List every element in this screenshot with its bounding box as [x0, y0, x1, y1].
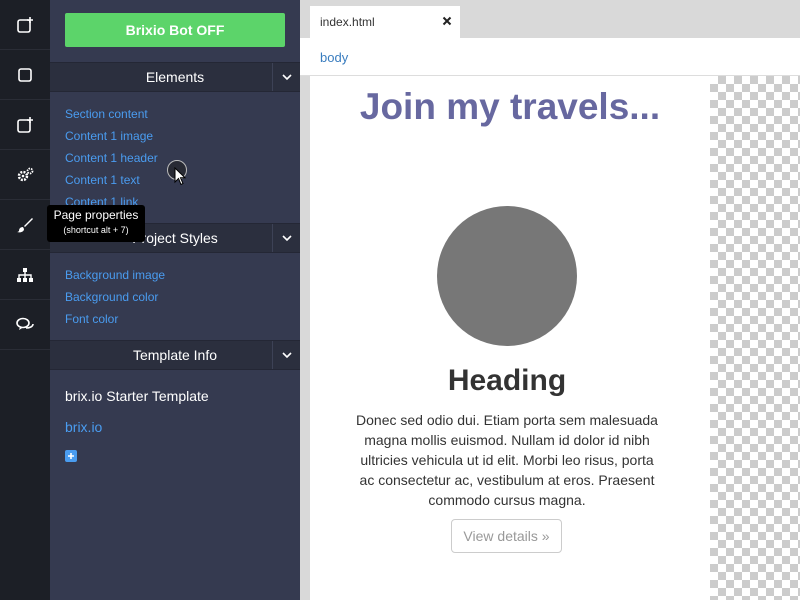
template-name: brix.io Starter Template [65, 388, 209, 404]
rail-settings-button[interactable] [0, 150, 50, 200]
element-link-content-1-header[interactable]: Content 1 header [65, 151, 158, 165]
rail-page-properties-button[interactable] [0, 200, 50, 250]
editor-area: index.html body Join my travels... Headi… [300, 0, 800, 600]
tooltip-title: Page properties [53, 208, 139, 222]
style-link-font-color[interactable]: Font color [65, 312, 118, 326]
template-info-section-header[interactable]: Template Info [50, 340, 300, 370]
content-text[interactable]: Donec sed odio dui. Etiam porta sem male… [352, 410, 662, 510]
page-title[interactable]: Join my travels... [310, 86, 710, 128]
icon-rail [0, 0, 50, 600]
elements-section-header[interactable]: Elements [50, 62, 300, 92]
content-image-placeholder[interactable] [437, 206, 577, 346]
style-link-background-color[interactable]: Background color [65, 290, 158, 304]
style-link-background-image[interactable]: Background image [65, 268, 165, 282]
tooltip-shortcut: (shortcut alt + 7) [63, 225, 129, 235]
page-canvas: Join my travels... Heading Donec sed odi… [310, 76, 800, 600]
rail-new-page-button[interactable] [0, 0, 50, 50]
template-add-button[interactable] [65, 450, 77, 462]
template-info-section-title: Template Info [132, 347, 218, 363]
brush-icon [17, 217, 33, 232]
plus-icon [68, 453, 74, 459]
tab-label: index.html [320, 15, 375, 29]
rail-chat-button[interactable] [0, 300, 50, 350]
new-page-icon [17, 16, 33, 33]
page-preview[interactable]: Join my travels... Heading Donec sed odi… [310, 76, 710, 600]
rail-section-button[interactable] [0, 50, 50, 100]
breadcrumb: body [300, 38, 800, 76]
side-panel: Brixio Bot OFF Elements Section content … [50, 0, 300, 600]
element-link-content-1-image[interactable]: Content 1 image [65, 129, 153, 143]
project-styles-collapse-toggle[interactable] [272, 224, 300, 252]
sitemap-icon [17, 267, 33, 282]
brixio-bot-toggle-button[interactable]: Brixio Bot OFF [65, 13, 285, 47]
elements-collapse-toggle[interactable] [272, 63, 300, 91]
gears-icon [17, 167, 34, 181]
elements-section-title: Elements [145, 69, 205, 85]
rail-new-element-button[interactable] [0, 100, 50, 150]
close-icon[interactable] [442, 16, 452, 26]
chevron-down-icon [281, 74, 292, 81]
square-icon [18, 67, 32, 82]
tab-index-html[interactable]: index.html [310, 6, 460, 38]
template-site-link[interactable]: brix.io [65, 419, 102, 435]
file-tab-bar: index.html [300, 0, 800, 38]
rail-sitemap-button[interactable] [0, 250, 50, 300]
content-heading[interactable]: Heading [310, 364, 704, 398]
view-details-button[interactable]: View details » [451, 519, 562, 553]
breadcrumb-item-body[interactable]: body [320, 50, 348, 65]
transparent-background [710, 76, 800, 600]
new-element-icon [17, 116, 33, 133]
template-info-collapse-toggle[interactable] [272, 341, 300, 369]
element-link-section-content[interactable]: Section content [65, 107, 148, 121]
cursor-arrow-icon [174, 167, 187, 186]
project-styles-section-title: Project Styles [132, 230, 218, 246]
page-properties-tooltip: Page properties (shortcut alt + 7) [47, 205, 145, 242]
chevron-down-icon [281, 235, 292, 242]
chevron-down-icon [281, 352, 292, 359]
chat-icon [16, 317, 34, 330]
element-link-content-1-text[interactable]: Content 1 text [65, 173, 140, 187]
